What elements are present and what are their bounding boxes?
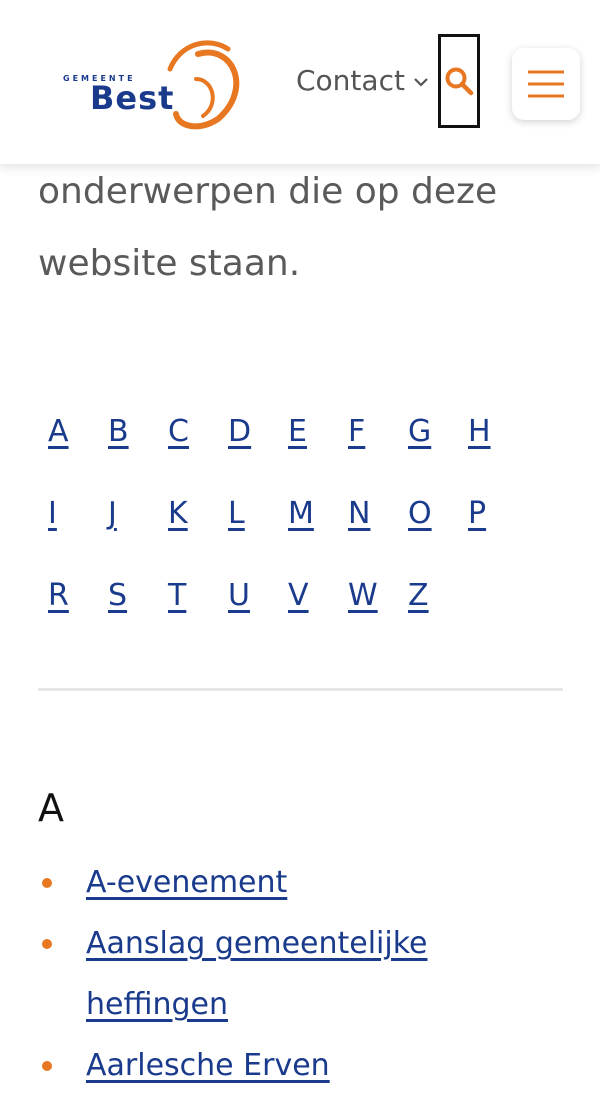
letter-link-s[interactable]: S — [108, 578, 168, 660]
intro-line: website staan. — [38, 243, 301, 284]
topic-list: A-evenement Aanslag gemeentelijke heffin… — [38, 852, 558, 1096]
letter-link-k[interactable]: K — [168, 496, 228, 578]
section-divider — [38, 688, 563, 691]
menu-button[interactable] — [512, 48, 580, 120]
list-item: Aarlesche Erven — [38, 1035, 558, 1096]
chevron-down-icon — [413, 72, 429, 93]
letter-link-d[interactable]: D — [228, 414, 288, 496]
letter-link-f[interactable]: F — [348, 414, 408, 496]
alphabet-row: A B C D E F G H — [48, 414, 528, 496]
list-item: Aanslag gemeentelijke heffingen — [38, 913, 558, 1035]
gemeente-best-logo[interactable]: GEMEENTE Best — [58, 34, 248, 132]
logo-big-text: Best — [90, 79, 175, 117]
letter-link-i[interactable]: I — [48, 496, 108, 578]
list-item: A-evenement — [38, 852, 558, 913]
contact-label: Contact — [296, 64, 405, 97]
letter-link-r[interactable]: R — [48, 578, 108, 660]
alphabet-row: I J K L M N O P — [48, 496, 528, 578]
letter-link-h[interactable]: H — [468, 414, 528, 496]
topic-link[interactable]: A-evenement — [86, 865, 287, 900]
letter-link-u[interactable]: U — [228, 578, 288, 660]
letter-link-o[interactable]: O — [408, 496, 468, 578]
alphabet-index: A B C D E F G H I J K L M N O P R S T U … — [48, 414, 528, 660]
contact-menu[interactable]: Contact — [296, 64, 429, 97]
letter-link-w[interactable]: W — [348, 578, 408, 660]
topic-link[interactable]: Aanslag gemeentelijke heffingen — [86, 926, 427, 1022]
letter-link-t[interactable]: T — [168, 578, 228, 660]
letter-link-p[interactable]: P — [468, 496, 528, 578]
letter-link-b[interactable]: B — [108, 414, 168, 496]
letter-link-e[interactable]: E — [288, 414, 348, 496]
hamburger-icon — [528, 70, 564, 98]
intro-line: onderwerpen die op deze — [38, 171, 498, 212]
letter-link-n[interactable]: N — [348, 496, 408, 578]
search-icon — [445, 67, 474, 96]
intro-text: onderwerpen die op deze website staan. — [38, 164, 568, 300]
site-header: GEMEENTE Best Contact — [0, 0, 600, 164]
letter-link-g[interactable]: G — [408, 414, 468, 496]
letter-link-a[interactable]: A — [48, 414, 108, 496]
alphabet-row: R S T U V W Z — [48, 578, 528, 660]
letter-link-l[interactable]: L — [228, 496, 288, 578]
search-button[interactable] — [438, 34, 480, 128]
letter-link-j[interactable]: J — [108, 496, 168, 578]
letter-link-c[interactable]: C — [168, 414, 228, 496]
letter-link-z[interactable]: Z — [408, 578, 468, 660]
topic-link[interactable]: Aarlesche Erven — [86, 1048, 330, 1083]
section-heading: A — [38, 786, 64, 830]
letter-link-v[interactable]: V — [288, 578, 348, 660]
letter-link-m[interactable]: M — [288, 496, 348, 578]
